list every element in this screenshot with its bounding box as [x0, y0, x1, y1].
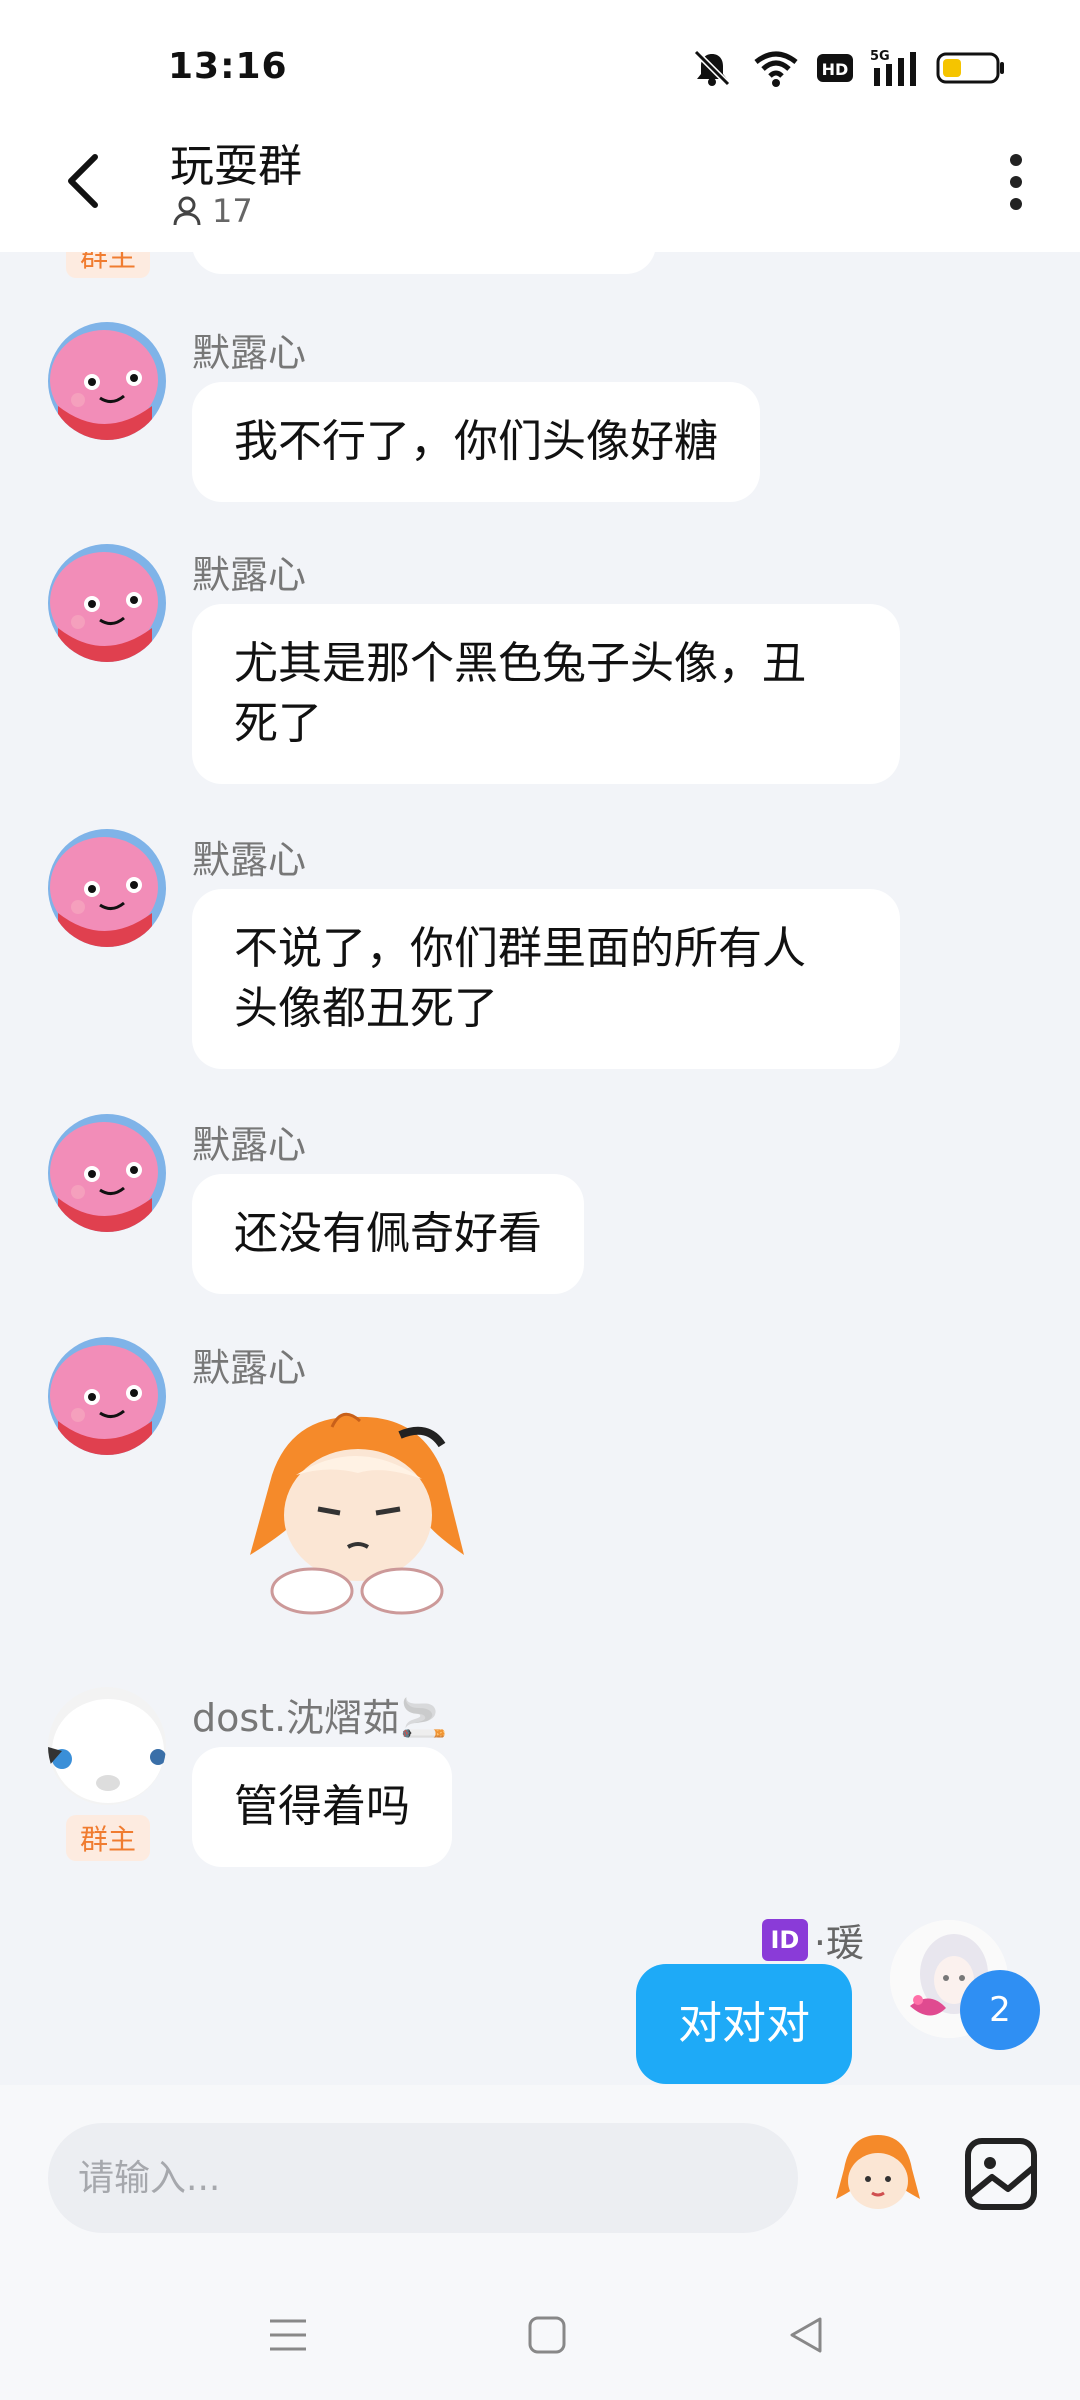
more-options-button[interactable] [992, 146, 1040, 218]
hd-icon: HD [817, 54, 853, 82]
sender-name: 默露心 [192, 1123, 307, 1167]
back-nav-button[interactable] [776, 2305, 836, 2365]
sender-name: 默露心 [192, 331, 307, 375]
message-line: 尤其是那个黑色兔子头像，丑 [234, 638, 806, 689]
avatar[interactable] [48, 322, 166, 440]
owner-badge: 群主 [66, 252, 150, 278]
chevron-left-icon [68, 154, 98, 208]
pink-face-avatar-icon [48, 1337, 166, 1455]
system-nav-bar [0, 2265, 1080, 2400]
message-line: 头像都丑死了 [234, 983, 498, 1034]
sender-name: 默露心 [192, 838, 307, 882]
dot [1010, 176, 1022, 188]
triangle-back-icon [790, 2317, 822, 2353]
pink-face-avatar-icon [48, 544, 166, 662]
self-name-text: ·瑗 [813, 1921, 864, 1965]
svg-text:5G: 5G [870, 49, 890, 64]
svg-text:HD: HD [822, 60, 849, 79]
sticker-message[interactable] [232, 1405, 482, 1615]
image-icon [965, 2138, 1037, 2210]
avatar[interactable] [48, 1337, 166, 1455]
mute-icon [693, 49, 731, 87]
back-button[interactable] [48, 146, 118, 216]
avatar[interactable] [48, 829, 166, 947]
pink-face-avatar-icon [48, 322, 166, 440]
id-tag: ID [761, 1918, 808, 1961]
member-count-value: 17 [212, 192, 253, 230]
owner-badge: 群主 [66, 1815, 150, 1861]
avatar[interactable] [48, 1114, 166, 1232]
dot [1010, 154, 1022, 166]
home-nav-button[interactable] [517, 2305, 577, 2365]
message-line: 死了 [234, 698, 322, 749]
group-title[interactable]: 玩耍群 [170, 130, 302, 194]
image-button[interactable] [958, 2129, 1048, 2219]
sender-name: 默露心 [192, 553, 307, 597]
self-message-bubble[interactable]: 对对对 [636, 1964, 852, 2084]
orange-hair-girl-sticker-icon [250, 1412, 464, 1615]
wifi-icon [754, 51, 798, 87]
unread-badge[interactable]: 2 [960, 1970, 1040, 2050]
member-count[interactable]: 17 [172, 192, 253, 230]
dot [1010, 198, 1022, 210]
message-bubble[interactable]: 管得着吗 [192, 1747, 452, 1867]
message-input[interactable] [48, 2123, 798, 2233]
5g-signal-icon: 5G [870, 49, 916, 86]
message-bubble[interactable]: 我不行了，你们头像好糖 [192, 382, 760, 502]
status-icons: HD 5G [688, 48, 1006, 88]
previous-message-bubble[interactable] [192, 252, 656, 274]
emoji-button[interactable] [832, 2129, 924, 2221]
message-bubble[interactable]: 还没有佩奇好看 [192, 1174, 584, 1294]
menu-icon [270, 2319, 306, 2351]
top-bar: 13:16 HD 5G 玩耍群 17 [0, 0, 1080, 252]
message-line: 不说了，你们群里面的所有人 [234, 923, 806, 974]
battery-icon [936, 52, 1004, 84]
status-time: 13:16 [168, 46, 288, 87]
input-bar [0, 2085, 1080, 2265]
self-name: ID ·瑗 [761, 1912, 864, 1967]
avatar[interactable] [48, 1687, 166, 1805]
white-rabbit-avatar-icon [48, 1687, 166, 1805]
avatar[interactable] [48, 544, 166, 662]
pink-face-avatar-icon [48, 829, 166, 947]
menu-nav-button[interactable] [258, 2305, 318, 2365]
sticker-face-icon [836, 2135, 920, 2209]
pink-face-avatar-icon [48, 1114, 166, 1232]
message-bubble[interactable]: 尤其是那个黑色兔子头像，丑 死了 [192, 604, 900, 784]
chat-area[interactable]: 群主 默露心 我不行了，你们头像好糖 默露心 尤其是那个黑色兔子头像，丑 死了 … [0, 252, 1080, 2085]
member-icon [173, 196, 201, 226]
message-bubble[interactable]: 不说了，你们群里面的所有人 头像都丑死了 [192, 889, 900, 1069]
square-icon [528, 2316, 566, 2354]
sender-name: dost.沈熠茹🚬 [192, 1696, 448, 1740]
sender-name: 默露心 [192, 1346, 307, 1390]
